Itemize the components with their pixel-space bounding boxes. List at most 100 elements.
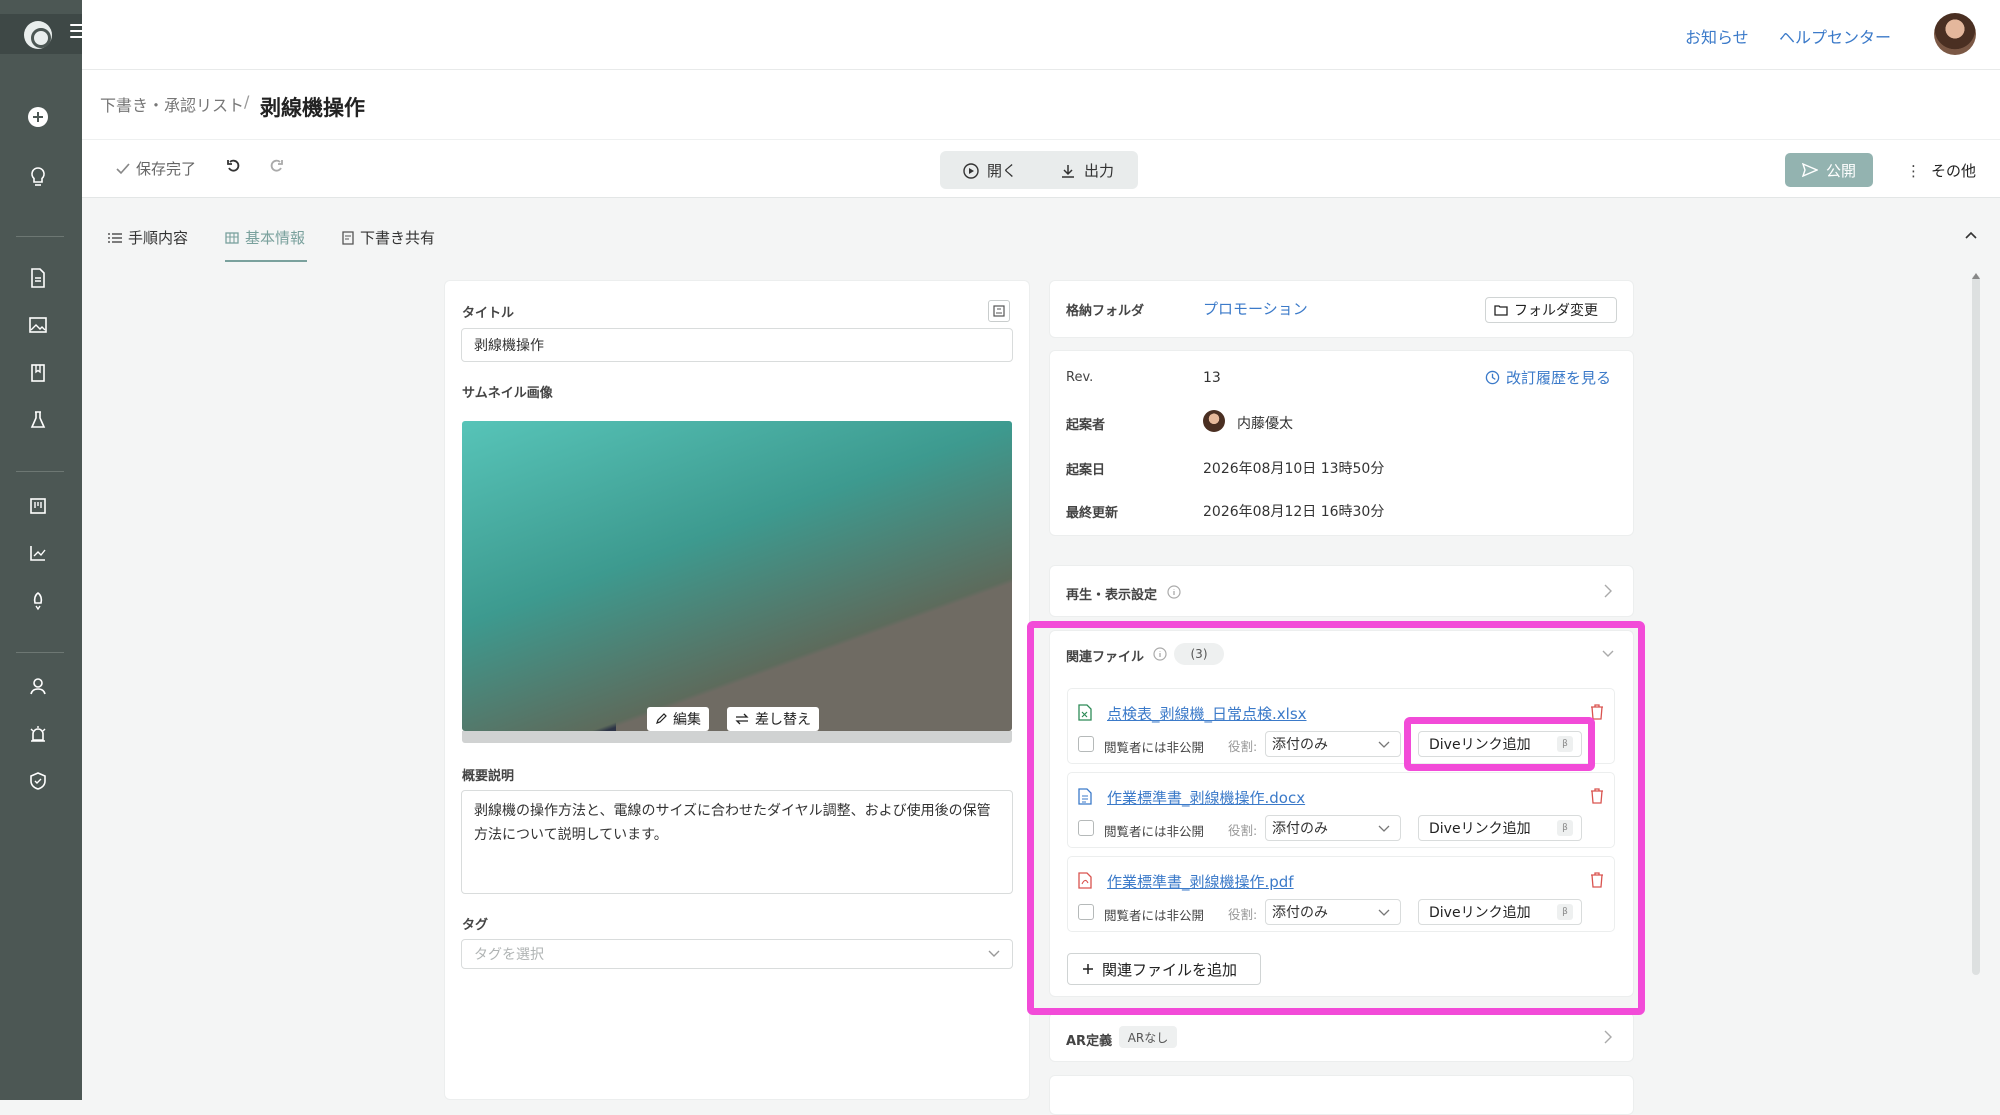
- role-label: 役割:: [1228, 907, 1258, 922]
- add-related-file-button[interactable]: 関連ファイルを追加: [1067, 953, 1261, 985]
- folder-change-button[interactable]: フォルダ変更: [1485, 297, 1617, 323]
- tag-placeholder: タグを選択: [474, 947, 544, 963]
- chevron-down-icon[interactable]: [1602, 650, 1614, 658]
- related-file-link[interactable]: 点検表_剥線機_日常点検.xlsx: [1107, 703, 1307, 724]
- related-file-link[interactable]: 作業標準書_剥線機操作.docx: [1107, 787, 1305, 808]
- folder-icon: [1494, 305, 1508, 316]
- download-icon: [1062, 164, 1074, 178]
- folder-label: 格納フォルダ: [1066, 304, 1145, 319]
- word-file-icon: [1078, 788, 1092, 805]
- document-icon[interactable]: [24, 264, 52, 292]
- related-files-label: 関連ファイル: [1066, 650, 1145, 665]
- related-file-link[interactable]: 作業標準書_剥線機操作.pdf: [1107, 871, 1294, 892]
- tag-select[interactable]: タグを選択: [461, 939, 1013, 969]
- tab-draft-share-label: 下書き共有: [360, 229, 436, 247]
- hide-from-viewers-checkbox[interactable]: [1078, 736, 1094, 752]
- role-select[interactable]: 添付のみ: [1265, 731, 1401, 757]
- thumbnail-label: サムネイル画像: [462, 386, 553, 401]
- more-button[interactable]: ⋮ その他: [1906, 160, 1976, 181]
- save-status: 保存完了: [116, 158, 196, 179]
- info-icon: [1167, 585, 1181, 599]
- scroll-up-icon[interactable]: [1972, 273, 1980, 279]
- tab-steps-label: 手順内容: [128, 229, 189, 247]
- replace-label: 差し替え: [755, 712, 811, 728]
- pdf-file-icon: [1078, 872, 1092, 889]
- ai-assist-icon[interactable]: [988, 300, 1010, 322]
- sidebar-divider: [16, 236, 64, 237]
- chevron-down-icon: [1378, 825, 1390, 832]
- alarm-icon[interactable]: [24, 720, 52, 748]
- export-button[interactable]: 出力: [1060, 160, 1114, 181]
- notifications-link[interactable]: お知らせ: [1685, 24, 1749, 48]
- role-label: 役割:: [1228, 823, 1258, 838]
- history-icon: [1485, 370, 1500, 385]
- open-button[interactable]: 開く: [963, 160, 1017, 181]
- scrollbar[interactable]: [1972, 275, 1980, 975]
- role-value: 添付のみ: [1272, 821, 1328, 837]
- more-label: その他: [1931, 162, 1977, 180]
- rocket-icon[interactable]: [24, 587, 52, 615]
- role-select[interactable]: 添付のみ: [1265, 899, 1401, 925]
- beta-badge: β: [1557, 820, 1573, 836]
- dive-link-add-button[interactable]: Diveリンク追加 β: [1418, 731, 1582, 757]
- thumbnail-replace-button[interactable]: 差し替え: [727, 707, 819, 731]
- users-icon[interactable]: [24, 672, 52, 700]
- hide-from-viewers-checkbox[interactable]: [1078, 904, 1094, 920]
- image-icon[interactable]: [24, 311, 52, 339]
- redo-button[interactable]: [268, 158, 284, 174]
- board-icon[interactable]: [24, 492, 52, 520]
- create-icon[interactable]: [24, 103, 52, 131]
- trash-icon[interactable]: [1590, 704, 1604, 720]
- book-icon[interactable]: [24, 359, 52, 387]
- lightbulb-icon[interactable]: [24, 163, 52, 191]
- dive-link-add-button[interactable]: Diveリンク追加 β: [1418, 899, 1582, 925]
- tab-basic-info[interactable]: 基本情報: [225, 227, 305, 248]
- active-tab-indicator: [225, 260, 307, 262]
- tab-draft-share[interactable]: 下書き共有: [342, 227, 435, 248]
- related-files-count: (3): [1174, 643, 1224, 665]
- table-icon: [225, 231, 239, 244]
- role-value: 添付のみ: [1272, 737, 1328, 753]
- redo-icon: [270, 159, 283, 172]
- send-icon: [1801, 163, 1818, 177]
- created-value: 2026年08月10日 13時50分: [1203, 461, 1385, 477]
- created-label: 起案日: [1066, 463, 1106, 478]
- chevron-up-icon[interactable]: [1964, 228, 1978, 242]
- user-avatar[interactable]: [1934, 13, 1976, 55]
- tag-label: タグ: [462, 918, 489, 933]
- chart-icon[interactable]: [24, 539, 52, 567]
- app-logo-icon[interactable]: [24, 21, 52, 49]
- publish-button[interactable]: 公開: [1785, 153, 1873, 187]
- trash-icon[interactable]: [1590, 788, 1604, 804]
- ar-status-badge: ARなし: [1119, 1026, 1177, 1048]
- open-label: 開く: [987, 162, 1018, 180]
- revision-history-link[interactable]: 改訂履歴を見る: [1485, 367, 1611, 388]
- breadcrumb-parent-link[interactable]: 下書き・承認リスト: [100, 92, 244, 116]
- dive-link-label: Diveリンク追加: [1429, 905, 1531, 921]
- edit-label: 編集: [673, 712, 701, 728]
- trash-icon[interactable]: [1590, 872, 1604, 888]
- beta-badge: β: [1557, 736, 1573, 752]
- updated-value: 2026年08月12日 16時30分: [1203, 504, 1385, 520]
- pencil-icon: [656, 713, 667, 724]
- undo-icon: [227, 159, 240, 172]
- undo-button[interactable]: [226, 158, 242, 174]
- hide-from-viewers-checkbox[interactable]: [1078, 820, 1094, 836]
- title-input[interactable]: 剥線機操作: [461, 328, 1013, 362]
- next-settings-card: [1049, 1075, 1634, 1115]
- swap-icon: [735, 713, 749, 725]
- dive-link-add-button[interactable]: Diveリンク追加 β: [1418, 815, 1582, 841]
- playback-label: 再生・表示設定: [1066, 588, 1158, 603]
- folder-link[interactable]: プロモーション: [1203, 298, 1308, 319]
- flask-icon[interactable]: [24, 406, 52, 434]
- chevron-down-icon: [988, 950, 1000, 957]
- help-center-link[interactable]: ヘルプセンター: [1779, 24, 1891, 48]
- ar-label: AR定義: [1066, 1034, 1113, 1049]
- tab-steps[interactable]: 手順内容: [108, 227, 188, 248]
- summary-textarea[interactable]: 剥線機の操作方法と、電線のサイズに合わせたダイヤル調整、および使用後の保管方法に…: [461, 790, 1013, 894]
- chevron-down-icon: [1378, 909, 1390, 916]
- role-select[interactable]: 添付のみ: [1265, 815, 1401, 841]
- add-related-file-label: 関連ファイルを追加: [1102, 960, 1238, 979]
- shield-icon[interactable]: [24, 767, 52, 795]
- thumbnail-edit-button[interactable]: 編集: [647, 707, 709, 731]
